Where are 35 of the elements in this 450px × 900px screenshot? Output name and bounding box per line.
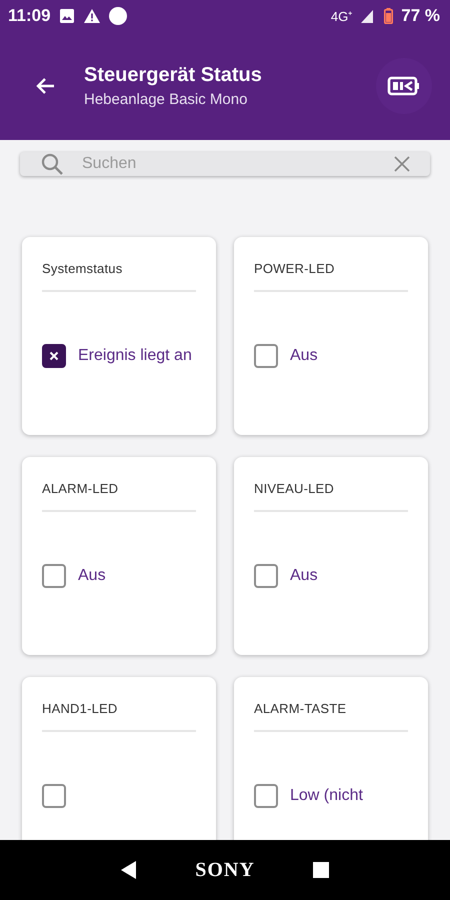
network-type: 4G⁺ (330, 8, 352, 25)
screen-subtitle: Hebeanlage Basic Mono (84, 91, 248, 108)
clear-icon[interactable] (394, 156, 410, 172)
checkbox[interactable] (42, 344, 66, 368)
card-title: ALARM-LED (42, 481, 120, 496)
status-value: Aus (290, 567, 318, 585)
status-value: Low (nicht (290, 787, 363, 805)
battery-icon (384, 8, 394, 24)
checkbox[interactable] (42, 784, 66, 808)
search-input[interactable]: Suchen (80, 154, 378, 174)
brand-logo: SONY (195, 858, 255, 882)
search-icon (40, 152, 64, 176)
back-icon[interactable] (121, 861, 138, 879)
checkbox[interactable] (254, 344, 278, 368)
card-title: ALARM-TASTE (254, 701, 348, 716)
checkbox[interactable] (254, 784, 278, 808)
circle-icon (108, 7, 127, 25)
checkbox[interactable] (254, 564, 278, 588)
status-value: Ereignis liegt an (78, 347, 192, 365)
screen-title: Steuergerät Status (84, 64, 263, 87)
cross-icon (49, 351, 59, 361)
recents-icon[interactable] (312, 862, 329, 878)
search-field[interactable]: Suchen (20, 152, 430, 176)
card-title: Systemstatus (42, 261, 124, 276)
card-title: HAND1-LED (42, 701, 118, 716)
status-value: Aus (78, 567, 106, 585)
card-title: POWER-LED (254, 261, 336, 276)
battery-level: 77 % (401, 6, 440, 26)
battery-icon (387, 75, 421, 97)
card-title: NIVEAU-LED (254, 481, 336, 496)
clock: 11:09 (8, 6, 51, 26)
image-icon (58, 8, 75, 24)
checkbox[interactable] (42, 564, 66, 588)
status-value: Aus (290, 347, 318, 365)
warning-icon (82, 8, 101, 24)
